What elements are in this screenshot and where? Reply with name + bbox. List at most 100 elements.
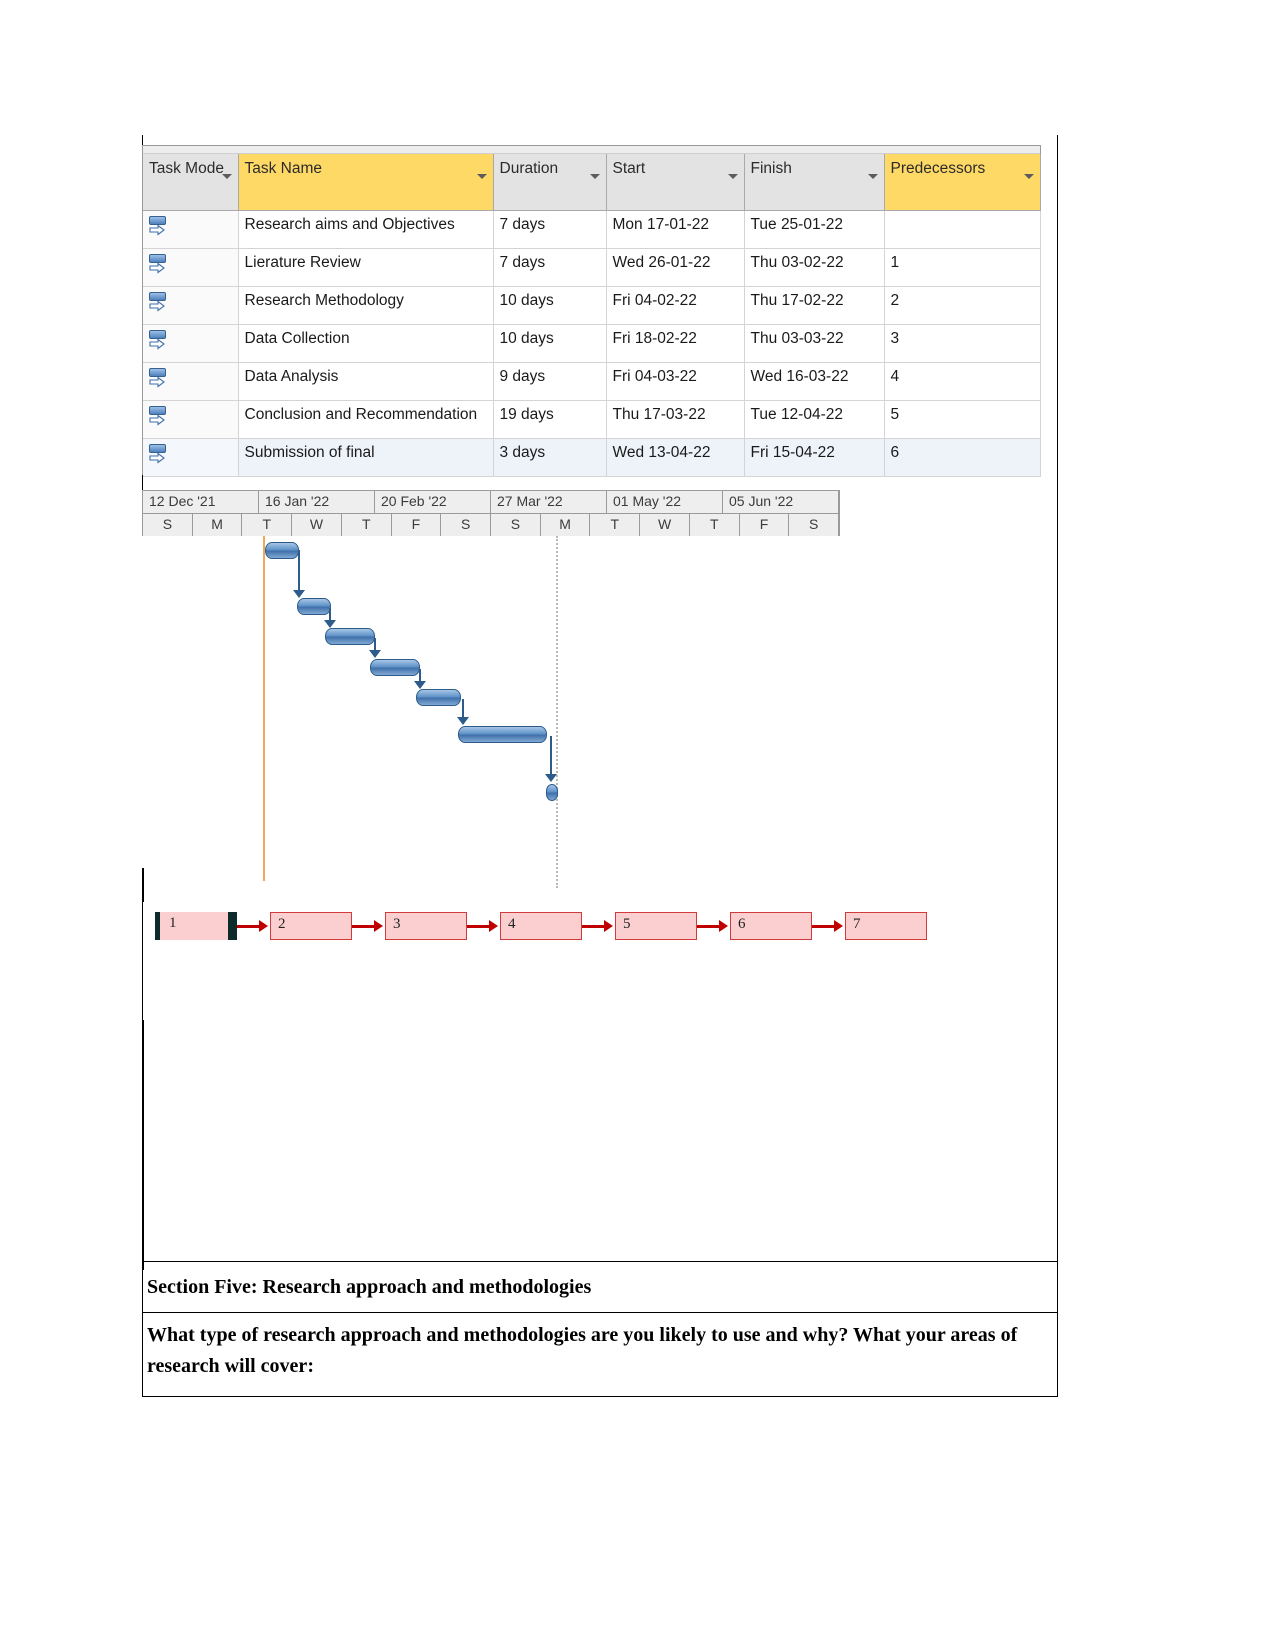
auto-schedule-icon[interactable] <box>149 254 167 276</box>
cell-task-mode[interactable] <box>143 210 239 249</box>
cell-task-mode[interactable] <box>143 248 239 287</box>
gantt-bar-task-1[interactable] <box>265 542 299 559</box>
column-header-task-mode[interactable]: Task Mode <box>143 154 239 211</box>
cell-task-mode[interactable] <box>143 286 239 325</box>
cell-finish[interactable]: Wed 16-03-22 <box>744 362 885 401</box>
cell-task-name[interactable]: Research aims and Objectives <box>238 210 494 249</box>
network-node-7[interactable]: 7 <box>845 912 927 940</box>
column-header-label: Finish <box>750 160 792 177</box>
cell-predecessors[interactable]: 6 <box>884 438 1041 477</box>
cell-start[interactable]: Fri 04-02-22 <box>606 286 745 325</box>
cell-predecessors[interactable]: 2 <box>884 286 1041 325</box>
chevron-down-icon[interactable] <box>727 174 738 179</box>
gantt-bar-task-4[interactable] <box>370 659 420 676</box>
cell-task-mode[interactable] <box>143 438 239 477</box>
cell-finish[interactable]: Thu 17-02-22 <box>744 286 885 325</box>
network-node-1[interactable]: 1 <box>155 912 237 940</box>
cell-duration[interactable]: 19 days <box>493 400 607 439</box>
column-header-label: Duration <box>499 160 559 177</box>
gantt-bar-task-6[interactable] <box>458 726 547 743</box>
column-header-duration[interactable]: Duration <box>493 154 607 211</box>
cell-task-name[interactable]: Conclusion and Recommendation <box>238 400 494 439</box>
task-table-body[interactable]: Research aims and Objectives 7 days Mon 17… <box>143 210 1041 477</box>
auto-schedule-icon[interactable] <box>149 444 167 466</box>
cell-start[interactable]: Mon 17-01-22 <box>606 210 745 249</box>
column-header-predecessors[interactable]: Predecessors <box>884 154 1041 211</box>
cell-task-name[interactable]: Lierature Review <box>238 248 494 287</box>
network-node-2[interactable]: 2 <box>270 912 352 940</box>
network-node-6[interactable]: 6 <box>730 912 812 940</box>
auto-schedule-icon[interactable] <box>149 406 167 428</box>
gantt-bar-task-5[interactable] <box>416 689 461 706</box>
cell-task-mode[interactable] <box>143 400 239 439</box>
gantt-link-1-2 <box>298 550 300 594</box>
cell-finish[interactable]: Thu 03-03-22 <box>744 324 885 363</box>
gantt-chart-area[interactable] <box>142 536 840 888</box>
task-table[interactable]: Task Mode Task Name Duration Start Finis… <box>143 154 1041 477</box>
cell-duration[interactable]: 10 days <box>493 324 607 363</box>
cell-predecessors[interactable] <box>884 210 1041 249</box>
cell-duration[interactable]: 3 days <box>493 438 607 477</box>
network-node-4[interactable]: 4 <box>500 912 582 940</box>
cell-task-mode[interactable] <box>143 362 239 401</box>
cell-start[interactable]: Thu 17-03-22 <box>606 400 745 439</box>
timescale-day: S <box>441 514 492 537</box>
chevron-down-icon[interactable] <box>1023 174 1034 179</box>
auto-schedule-icon[interactable] <box>149 292 167 314</box>
gantt-bar-task-7[interactable] <box>546 784 558 801</box>
cell-task-name[interactable]: Research Methodology <box>238 286 494 325</box>
chevron-down-icon[interactable] <box>867 174 878 179</box>
chevron-down-icon[interactable] <box>221 174 232 179</box>
gantt-link-6-7 <box>550 736 552 778</box>
cell-finish[interactable]: Thu 03-02-22 <box>744 248 885 287</box>
auto-schedule-icon[interactable] <box>149 216 167 238</box>
cell-duration[interactable]: 9 days <box>493 362 607 401</box>
column-header-finish[interactable]: Finish <box>744 154 885 211</box>
table-row[interactable]: Research Methodology 10 days Fri 04-02-22 T… <box>143 286 1041 325</box>
cell-duration[interactable]: 7 days <box>493 248 607 287</box>
cell-finish[interactable]: Tue 25-01-22 <box>744 210 885 249</box>
table-row[interactable]: Data Analysis 9 days Fri 04-03-22 Wed 16-03… <box>143 362 1041 401</box>
question-text: What type of research approach and metho… <box>147 1324 1018 1377</box>
gantt-bar-task-2[interactable] <box>297 598 331 615</box>
network-diagram[interactable]: 1 2 3 4 5 6 7 <box>155 912 945 952</box>
table-row[interactable]: Research aims and Objectives 7 days Mon 17… <box>143 210 1041 249</box>
table-row[interactable]: Conclusion and Recommendation 19 days Thu … <box>143 400 1041 439</box>
cell-predecessors[interactable]: 5 <box>884 400 1041 439</box>
cell-start[interactable]: Wed 13-04-22 <box>606 438 745 477</box>
gantt-bar-task-3[interactable] <box>325 628 375 645</box>
timescale-month: 01 May '22 <box>607 491 723 513</box>
network-link-4 <box>582 925 605 928</box>
cell-task-name[interactable]: Data Analysis <box>238 362 494 401</box>
chevron-down-icon[interactable] <box>589 174 600 179</box>
table-row[interactable]: Submission of final 3 days Wed 13-04-22 Fri… <box>143 438 1041 477</box>
project-task-grid[interactable]: Task Mode Task Name Duration Start Finis… <box>142 145 1041 477</box>
network-link-5 <box>697 925 720 928</box>
network-link-arrow-4 <box>604 920 613 932</box>
auto-schedule-icon[interactable] <box>149 330 167 352</box>
timescale-day: T <box>689 514 740 537</box>
cell-start[interactable]: Fri 04-03-22 <box>606 362 745 401</box>
network-node-5[interactable]: 5 <box>615 912 697 940</box>
cell-duration[interactable]: 10 days <box>493 286 607 325</box>
cell-predecessors[interactable]: 4 <box>884 362 1041 401</box>
auto-schedule-icon[interactable] <box>149 368 167 390</box>
cell-finish[interactable]: Tue 12-04-22 <box>744 400 885 439</box>
cell-predecessors[interactable]: 1 <box>884 248 1041 287</box>
cell-task-name[interactable]: Data Collection <box>238 324 494 363</box>
cell-task-name[interactable]: Submission of final <box>238 438 494 477</box>
chevron-down-icon[interactable] <box>476 174 487 179</box>
cell-start[interactable]: Fri 18-02-22 <box>606 324 745 363</box>
gantt-link-arrow-5-6 <box>457 717 469 725</box>
column-header-start[interactable]: Start <box>606 154 745 211</box>
cell-predecessors[interactable]: 3 <box>884 324 1041 363</box>
table-row[interactable]: Data Collection 10 days Fri 18-02-22 Thu 03… <box>143 324 1041 363</box>
cell-duration[interactable]: 7 days <box>493 210 607 249</box>
cell-finish[interactable]: Fri 15-04-22 <box>744 438 885 477</box>
grid-top-strip <box>143 146 1040 154</box>
column-header-task-name[interactable]: Task Name <box>238 154 494 211</box>
cell-task-mode[interactable] <box>143 324 239 363</box>
table-row[interactable]: Lierature Review 7 days Wed 26-01-22 Thu 03… <box>143 248 1041 287</box>
network-node-3[interactable]: 3 <box>385 912 467 940</box>
cell-start[interactable]: Wed 26-01-22 <box>606 248 745 287</box>
